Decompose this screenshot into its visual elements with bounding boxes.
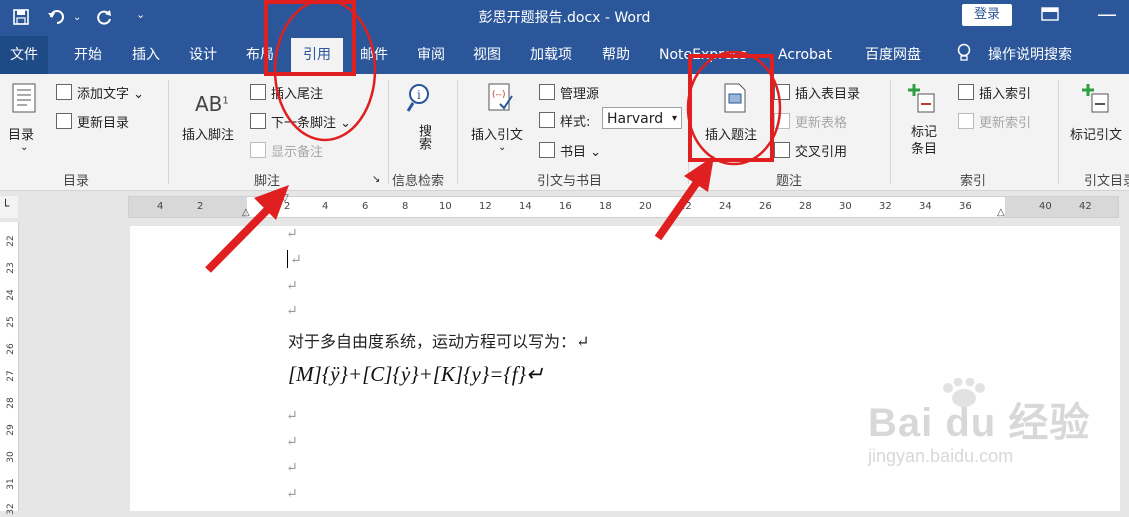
highlight-box-caption xyxy=(688,54,774,162)
arrow-shaft-caption xyxy=(654,175,704,241)
arrow-shaft-references xyxy=(205,202,275,273)
annotation-overlay xyxy=(205,0,782,273)
highlight-circle-references xyxy=(273,0,377,142)
highlight-circle-caption xyxy=(686,50,782,166)
